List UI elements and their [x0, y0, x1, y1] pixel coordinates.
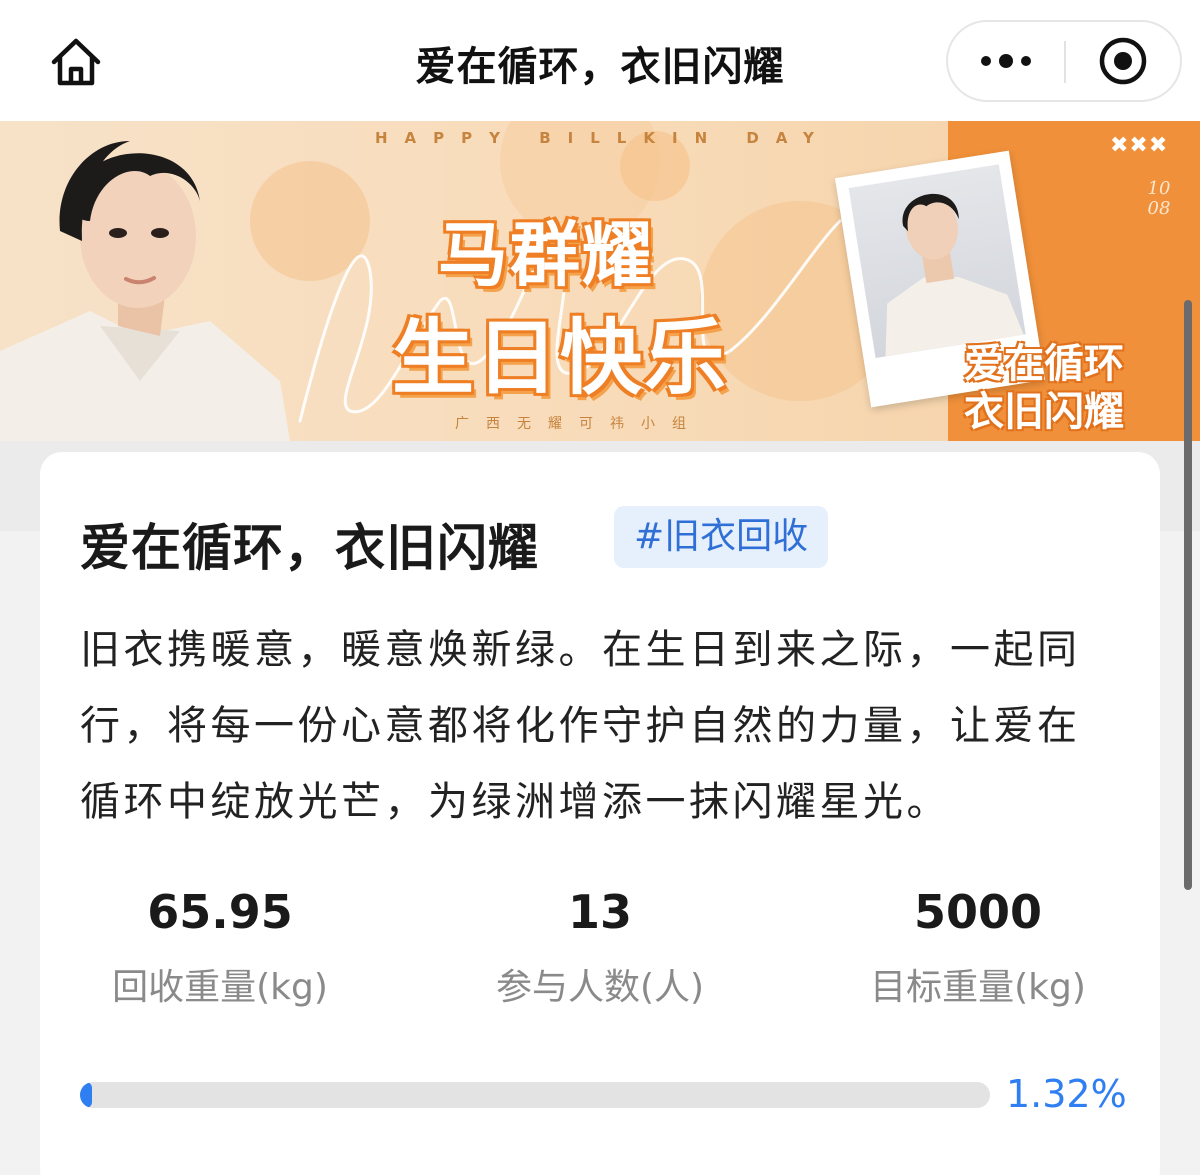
- home-icon: [51, 38, 101, 86]
- progress-fill: [80, 1082, 92, 1108]
- stat-label: 回收重量(kg): [112, 967, 328, 1008]
- stat-label: 参与人数(人): [495, 967, 705, 1008]
- banner-date-mark: 10 08: [1136, 179, 1182, 219]
- activity-title: 爱在循环，衣旧闪耀: [80, 519, 539, 577]
- scrollbar[interactable]: [1184, 300, 1192, 890]
- miniprogram-capsule: [946, 20, 1182, 102]
- top-navigation-bar: 爱在循环，衣旧闪耀: [0, 0, 1200, 121]
- more-dots-icon: [981, 54, 1031, 68]
- stat-value: 13: [567, 885, 632, 939]
- stat-value: 65.95: [147, 885, 293, 939]
- banner-group-name: 广西无耀可祎小组: [455, 416, 703, 432]
- topic-tag[interactable]: #旧衣回收: [614, 506, 829, 568]
- portrait-illustration: [0, 141, 290, 441]
- activity-description: 旧衣携暖意，暖意焕新绿。在生日到来之际，一起同行，将每一份心意都将化作守护自然的…: [80, 627, 1081, 825]
- birthday-banner[interactable]: HAPPY BILLKIN DAY 马群耀 生日快乐 广西无耀可祎小组 ✖✖✖ …: [0, 121, 1200, 441]
- stat-recycled-weight: 65.95 回收重量(kg): [50, 884, 390, 1010]
- banner-x-mark: ✖✖✖: [1110, 133, 1169, 158]
- close-miniprogram-button[interactable]: [1066, 22, 1180, 100]
- activity-card: 爱在循环，衣旧闪耀 #旧衣回收 旧衣携暖意，暖意焕新绿。在生日到来之际，一起同行…: [40, 452, 1160, 1175]
- banner-headline-name: 马群耀: [438, 214, 654, 296]
- stat-label: 目标重量(kg): [870, 967, 1086, 1008]
- stat-participants: 13 参与人数(人): [430, 884, 770, 1010]
- polaroid-image: [848, 164, 1026, 359]
- stat-value: 5000: [913, 885, 1043, 939]
- stat-target-weight: 5000 目标重量(kg): [808, 884, 1148, 1010]
- banner-headline-birthday: 生日快乐: [392, 311, 729, 406]
- banner-slogan-line2: 衣旧闪耀: [964, 389, 1124, 435]
- page-title: 爱在循环，衣旧闪耀: [415, 44, 785, 90]
- home-button[interactable]: [40, 26, 112, 98]
- banner-tagline: HAPPY BILLKIN DAY: [375, 129, 831, 147]
- more-button[interactable]: [948, 22, 1064, 100]
- date-month: 10: [1147, 178, 1171, 199]
- date-day: 08: [1147, 198, 1171, 219]
- progress-percent: 1.32%: [1006, 1072, 1127, 1116]
- target-close-icon: [1099, 37, 1147, 85]
- progress-bar: [80, 1082, 990, 1108]
